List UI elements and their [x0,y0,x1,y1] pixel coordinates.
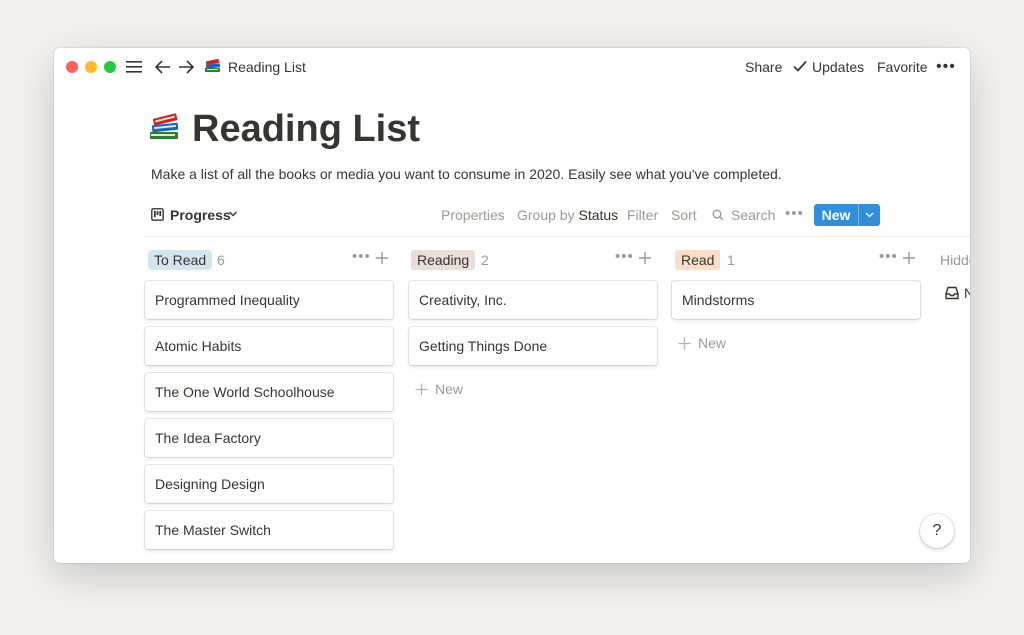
filter-button[interactable]: Filter [627,207,658,223]
favorite-button[interactable]: Favorite [877,59,928,75]
minimize-window-button[interactable] [85,61,97,73]
back-arrow-icon[interactable] [155,60,171,74]
properties-button[interactable]: Properties [441,207,505,223]
board-card[interactable]: The Master Switch [145,511,393,549]
column-header: To Read 6 ••• [148,248,398,270]
group-by-button[interactable]: Group by Status [517,207,618,223]
add-icon[interactable] [638,251,652,265]
card-title: The One World Schoolhouse [155,384,335,400]
new-item-button[interactable]: New [814,204,858,226]
close-window-button[interactable] [66,61,78,73]
column-more-button[interactable]: ••• [352,248,371,265]
title-bar: Reading List Share Updates Favorite ••• [54,48,970,86]
board-view-icon[interactable] [151,208,164,221]
column-more-button[interactable]: ••• [615,248,634,265]
card-title: Programmed Inequality [155,292,300,308]
chevron-down-icon[interactable] [228,209,238,219]
card-title: Atomic Habits [155,338,242,354]
updates-button[interactable]: Updates [812,59,864,75]
board-card[interactable]: The One World Schoolhouse [145,373,393,411]
hidden-group-item[interactable]: N [964,285,970,301]
status-tag-reading[interactable]: Reading [411,250,476,270]
card-title: The Master Switch [155,522,271,538]
column-count: 2 [481,252,489,268]
add-new-label: New [435,381,464,397]
books-emoji-icon [205,58,221,72]
zoom-window-button[interactable] [104,61,116,73]
checkmark-icon [793,60,807,72]
card-title: Getting Things Done [419,338,548,354]
status-tag-read[interactable]: Read [675,250,721,270]
add-icon[interactable] [375,251,389,265]
board-card[interactable]: Designing Design [145,465,393,503]
more-options-button[interactable]: ••• [936,58,956,76]
page-description[interactable]: Make a list of all the books or media yo… [151,166,782,182]
board-card[interactable]: The Idea Factory [145,419,393,457]
column-more-button[interactable]: ••• [879,248,898,265]
inbox-icon [945,286,959,300]
board-card[interactable]: Getting Things Done [409,327,657,365]
help-button[interactable]: ? [920,514,954,548]
add-icon [415,383,428,396]
board-card[interactable]: Programmed Inequality [145,281,393,319]
card-title: The Idea Factory [155,430,261,446]
view-selector[interactable]: Progress [170,207,231,223]
sidebar-menu-icon[interactable] [126,60,142,74]
column-count: 6 [217,252,225,268]
breadcrumb-page-title[interactable]: Reading List [228,59,306,75]
chevron-down-icon [865,212,874,218]
sort-button[interactable]: Sort [671,207,697,223]
column-header: Read 1 ••• [675,248,925,270]
toolbar-divider [144,236,970,237]
view-more-button[interactable]: ••• [785,205,804,222]
forward-arrow-icon[interactable] [178,60,194,74]
group-by-label: Group by [517,207,575,223]
card-title: Designing Design [155,476,265,492]
group-by-value: Status [578,207,619,223]
app-window: Reading List Share Updates Favorite ••• … [54,48,970,563]
add-new-label: New [698,335,727,351]
card-title: Creativity, Inc. [419,292,507,308]
column-count: 1 [727,252,735,268]
column-header: Reading 2 ••• [411,248,661,270]
add-icon[interactable] [902,251,916,265]
status-tag-to-read[interactable]: To Read [148,250,213,270]
board-card[interactable]: Creativity, Inc. [409,281,657,319]
search-button[interactable]: Search [731,207,775,223]
board-card[interactable]: Atomic Habits [145,327,393,365]
search-icon[interactable] [712,209,724,221]
card-title: Mindstorms [682,292,755,308]
hidden-groups-label: Hidde [940,252,970,268]
add-icon [678,337,691,350]
board-card[interactable]: Mindstorms [672,281,920,319]
page-title[interactable]: Reading List [192,106,420,152]
new-template-dropdown[interactable] [858,204,880,226]
books-emoji-icon[interactable] [148,110,182,144]
share-button[interactable]: Share [745,59,782,75]
